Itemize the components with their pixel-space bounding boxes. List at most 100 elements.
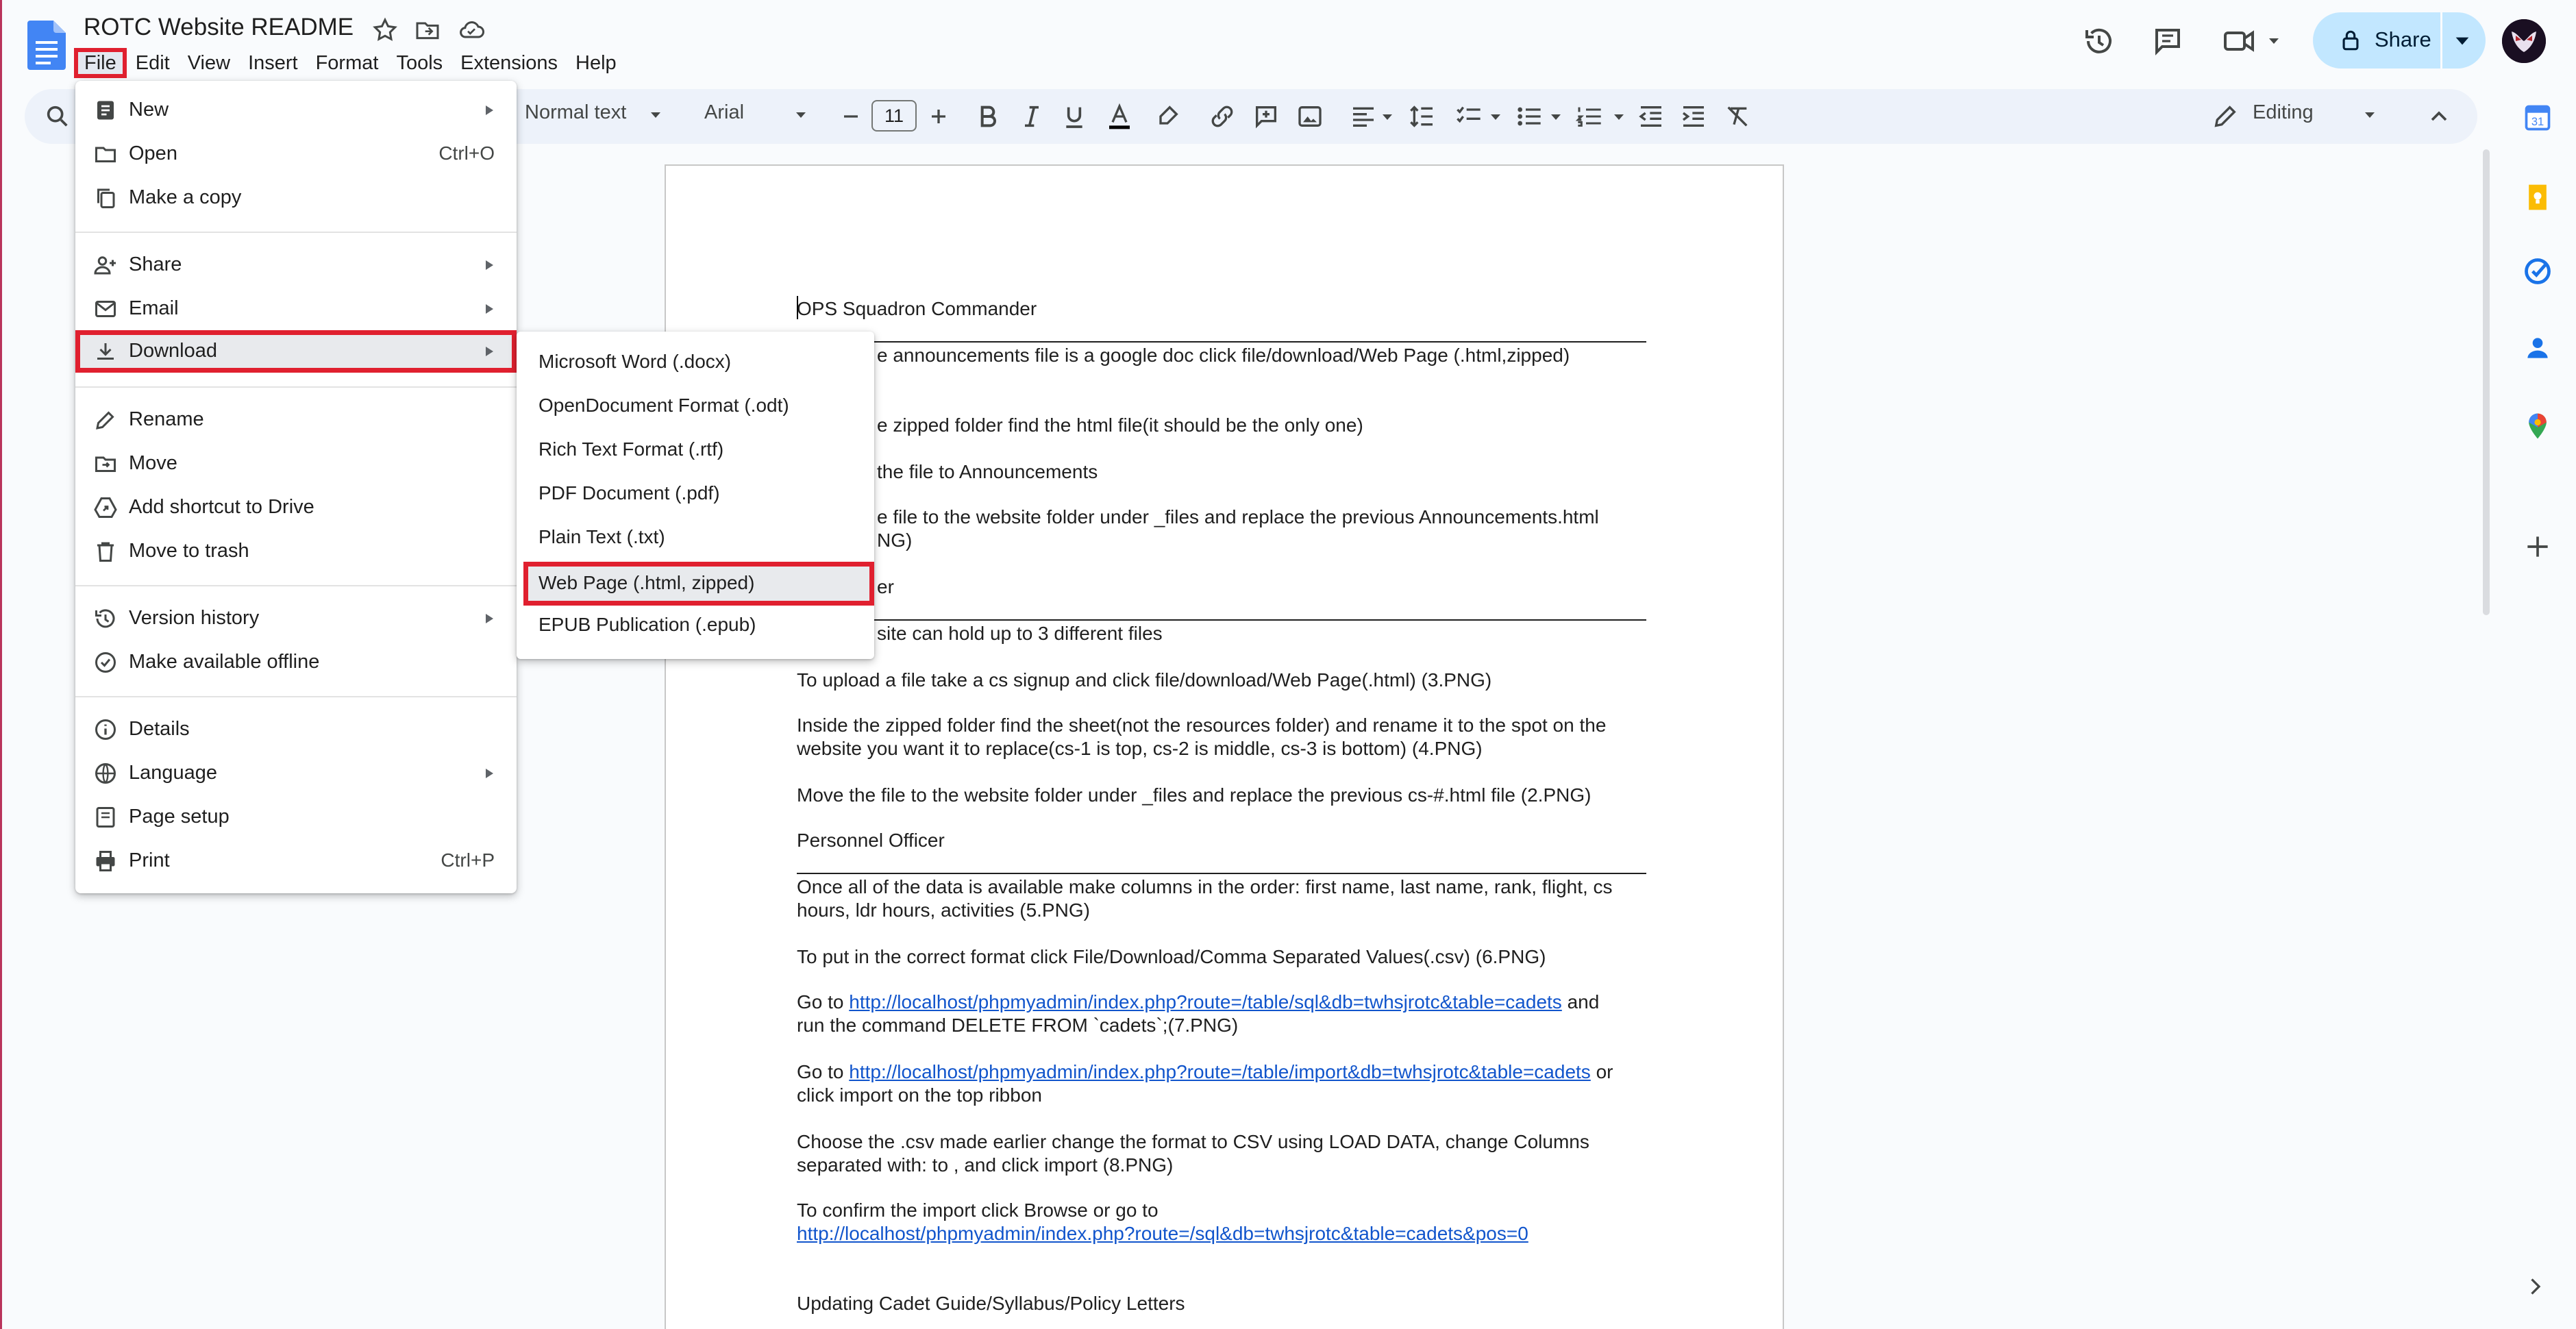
move-folder-icon[interactable] xyxy=(414,16,441,44)
menu-edit[interactable]: Edit xyxy=(127,48,179,78)
file-menu-print[interactable]: Print Ctrl+P xyxy=(75,840,517,882)
expand-side-panel-icon[interactable] xyxy=(2523,1274,2547,1299)
file-menu-open[interactable]: Open Ctrl+O xyxy=(75,133,517,175)
download-html-zipped[interactable]: Web Page (.html, zipped) xyxy=(523,562,874,606)
editing-pencil-icon[interactable] xyxy=(2212,103,2239,130)
menu-item-label: Version history xyxy=(129,607,260,629)
meet-dropdown-icon[interactable] xyxy=(2268,37,2280,45)
app-window: ROTC Website README File Edit View Inser… xyxy=(0,0,2576,1329)
file-menu-make-copy[interactable]: Make a copy xyxy=(75,177,517,219)
download-epub[interactable]: EPUB Publication (.epub) xyxy=(517,604,874,648)
file-menu-email[interactable]: Email xyxy=(75,288,517,330)
editing-mode-select[interactable]: Editing xyxy=(2253,101,2314,124)
star-icon[interactable] xyxy=(371,16,399,44)
menu-insert[interactable]: Insert xyxy=(239,48,307,78)
comments-icon[interactable] xyxy=(2151,25,2184,58)
meet-video-icon[interactable] xyxy=(2222,25,2258,58)
paragraph-style-select[interactable]: Normal text xyxy=(525,101,626,124)
menu-extensions[interactable]: Extensions xyxy=(451,48,567,78)
file-menu-move[interactable]: Move xyxy=(75,443,517,485)
keep-icon[interactable] xyxy=(2523,182,2553,212)
info-icon xyxy=(95,719,116,740)
email-icon xyxy=(95,301,116,317)
checklist-dropdown-icon[interactable] xyxy=(1489,113,1502,121)
bullet-dropdown-icon[interactable] xyxy=(1550,113,1562,121)
style-dropdown-icon[interactable] xyxy=(649,111,662,119)
menu-separator xyxy=(75,232,517,233)
font-dropdown-icon[interactable] xyxy=(795,111,807,119)
menu-item-label: Make available offline xyxy=(129,651,320,673)
checklist-icon[interactable] xyxy=(1455,103,1483,130)
menu-format[interactable]: Format xyxy=(307,48,388,78)
document-title[interactable]: ROTC Website README xyxy=(84,14,354,41)
highlight-color-icon[interactable] xyxy=(1154,103,1181,130)
menu-view[interactable]: View xyxy=(179,48,239,78)
version-history-icon[interactable] xyxy=(2083,25,2116,58)
mode-dropdown-icon[interactable] xyxy=(2364,111,2376,119)
file-menu-details[interactable]: Details xyxy=(75,708,517,751)
docs-logo-icon[interactable] xyxy=(27,21,66,70)
vertical-scrollbar[interactable] xyxy=(2483,149,2490,615)
avatar[interactable] xyxy=(2502,19,2546,63)
doc-link[interactable]: http://localhost/phpmyadmin/index.php?ro… xyxy=(849,991,1562,1013)
file-menu-trash[interactable]: Move to trash xyxy=(75,530,517,573)
download-txt[interactable]: Plain Text (.txt) xyxy=(517,517,874,560)
numbered-list-icon[interactable] xyxy=(1576,103,1603,130)
decrease-font-size-icon[interactable] xyxy=(837,103,865,130)
doc-line: Once all of the data is available make c… xyxy=(797,876,1613,897)
share-dropdown-icon[interactable] xyxy=(2454,34,2470,48)
file-menu-offline[interactable]: Make available offline xyxy=(75,641,517,684)
file-menu-add-shortcut[interactable]: Add shortcut to Drive xyxy=(75,486,517,529)
menu-tools[interactable]: Tools xyxy=(387,48,451,78)
clear-formatting-icon[interactable] xyxy=(1724,103,1751,130)
download-docx[interactable]: Microsoft Word (.docx) xyxy=(517,341,874,385)
italic-icon[interactable] xyxy=(1018,103,1045,130)
get-addons-plus-icon[interactable] xyxy=(2523,532,2553,562)
file-menu-rename[interactable]: Rename xyxy=(75,399,517,441)
font-size-input[interactable]: 11 xyxy=(871,100,917,132)
bulleted-list-icon[interactable] xyxy=(1515,103,1543,130)
submenu-arrow-icon xyxy=(486,769,493,778)
numbered-dropdown-icon[interactable] xyxy=(1613,113,1625,121)
download-pdf[interactable]: PDF Document (.pdf) xyxy=(517,473,874,517)
download-rtf[interactable]: Rich Text Format (.rtf) xyxy=(517,429,874,473)
text-color-icon[interactable] xyxy=(1106,103,1133,130)
offline-icon xyxy=(95,652,116,673)
font-family-select[interactable]: Arial xyxy=(704,101,744,124)
contacts-icon[interactable] xyxy=(2523,333,2553,363)
hide-menus-chevron-icon[interactable] xyxy=(2425,103,2453,130)
align-left-icon[interactable] xyxy=(1350,103,1377,130)
download-odt[interactable]: OpenDocument Format (.odt) xyxy=(517,385,874,429)
file-menu-language[interactable]: Language xyxy=(75,752,517,795)
increase-font-size-icon[interactable] xyxy=(925,103,952,130)
decrease-indent-icon[interactable] xyxy=(1637,103,1665,130)
share-button[interactable]: Share xyxy=(2313,12,2486,69)
file-menu-new[interactable]: New xyxy=(75,89,517,132)
cloud-saved-icon[interactable] xyxy=(458,16,485,44)
calendar-icon[interactable]: 31 xyxy=(2523,103,2553,133)
file-menu-download[interactable]: Download xyxy=(75,330,517,373)
menu-separator xyxy=(75,585,517,586)
file-menu-version-history[interactable]: Version history xyxy=(75,597,517,640)
submenu-arrow-icon xyxy=(486,105,493,115)
increase-indent-icon[interactable] xyxy=(1680,103,1707,130)
maps-icon[interactable] xyxy=(2523,411,2553,441)
doc-link[interactable]: http://localhost/phpmyadmin/index.php?ro… xyxy=(849,1061,1591,1082)
menu-item-label: Move to trash xyxy=(129,540,249,562)
tasks-icon[interactable] xyxy=(2523,256,2553,286)
doc-line: the file to Announcements xyxy=(877,461,1098,482)
line-spacing-icon[interactable] xyxy=(1409,103,1436,130)
doc-link[interactable]: http://localhost/phpmyadmin/index.php?ro… xyxy=(797,1222,1528,1245)
file-menu-page-setup[interactable]: Page setup xyxy=(75,796,517,839)
file-menu-share[interactable]: Share xyxy=(75,244,517,286)
menu-help[interactable]: Help xyxy=(567,48,626,78)
bold-icon[interactable] xyxy=(974,103,1002,130)
underline-icon[interactable] xyxy=(1061,103,1088,130)
add-comment-icon[interactable] xyxy=(1252,103,1280,130)
search-menus-icon[interactable] xyxy=(44,103,71,130)
menu-file[interactable]: File xyxy=(74,48,127,78)
insert-image-icon[interactable] xyxy=(1296,103,1324,130)
insert-link-icon[interactable] xyxy=(1209,103,1236,130)
align-dropdown-icon[interactable] xyxy=(1381,113,1394,121)
avatar-image xyxy=(2502,19,2546,63)
